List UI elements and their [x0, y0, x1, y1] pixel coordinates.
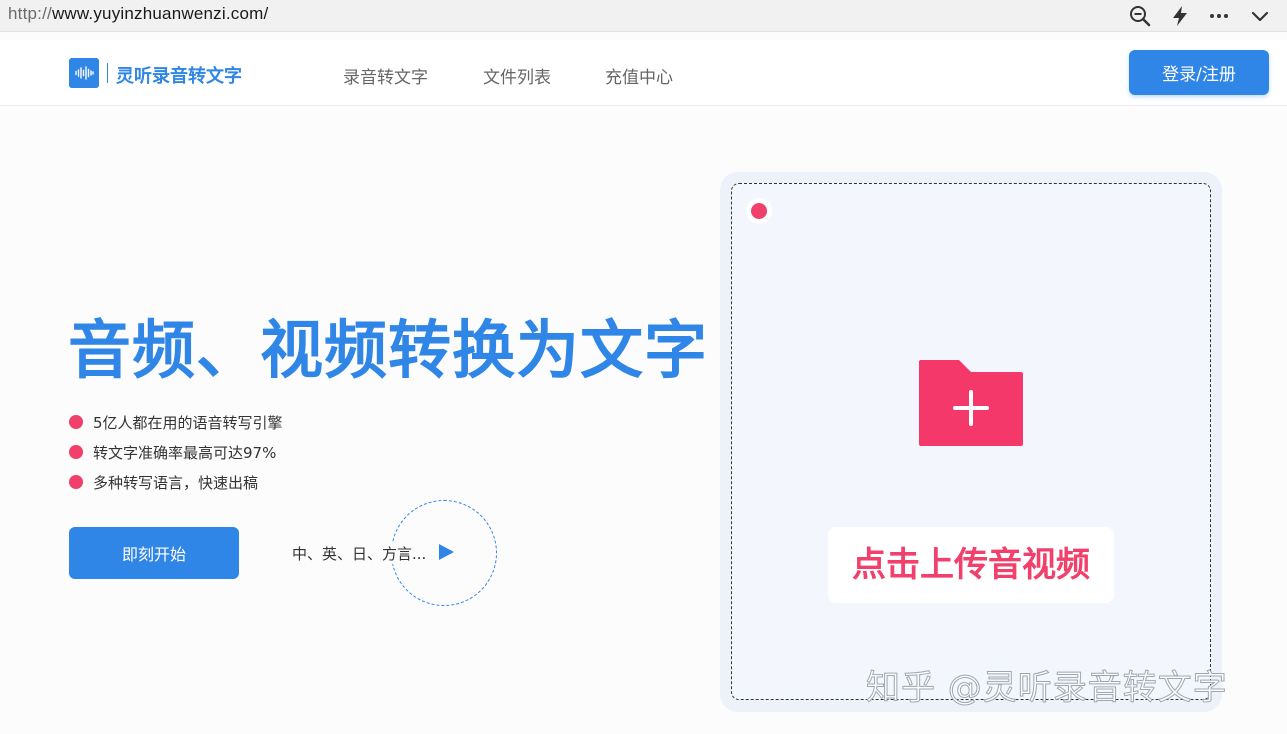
nav-item-recharge-center[interactable]: 充值中心: [605, 63, 673, 88]
feature-item: 转文字准确率最高可达97%: [69, 442, 276, 462]
url-protocol: http://: [8, 4, 52, 23]
upload-media-button[interactable]: 点击上传音视频: [828, 527, 1114, 603]
zoom-out-icon[interactable]: [1128, 4, 1152, 28]
logo-text[interactable]: 灵听录音转文字: [116, 62, 242, 88]
bullet-dot-icon: [69, 444, 83, 459]
folder-add-icon[interactable]: [917, 358, 1025, 448]
soundwave-logo-icon[interactable]: [69, 58, 99, 88]
chevron-down-icon[interactable]: [1248, 4, 1272, 28]
language-list[interactable]: 中、英、日、方言...: [292, 543, 429, 564]
bullet-dot-icon: [69, 414, 83, 429]
feature-item: 多种转写语言，快速出稿: [69, 472, 258, 492]
feature-text: 转文字准确率最高可达97%: [93, 444, 277, 462]
nav-item-audio-to-text[interactable]: 录音转文字: [343, 63, 428, 88]
lightning-icon[interactable]: [1168, 4, 1192, 28]
hero-headline: 音频、视频转换为文字: [68, 314, 708, 387]
play-icon[interactable]: [437, 543, 455, 561]
more-icon[interactable]: [1207, 4, 1231, 28]
record-dot-icon: [751, 203, 767, 219]
site-header: 灵听录音转文字 录音转文字 文件列表 充值中心 登录/注册: [0, 40, 1287, 106]
browser-address-bar: http://www.yuyinzhuanwenzi.com/: [0, 0, 1287, 32]
nav-item-file-list[interactable]: 文件列表: [483, 63, 551, 88]
bullet-dot-icon: [69, 474, 83, 489]
watermark: 知乎 @灵听录音转文字: [866, 668, 1228, 709]
feature-item: 5亿人都在用的语音转写引擎: [69, 412, 283, 432]
start-now-button[interactable]: 即刻开始: [69, 527, 239, 579]
url-field[interactable]: http://www.yuyinzhuanwenzi.com/: [8, 4, 268, 24]
feature-text: 多种转写语言，快速出稿: [93, 474, 259, 492]
logo-divider: [107, 63, 108, 83]
url-domain: www.yuyinzhuanwenzi.com/: [51, 4, 269, 23]
feature-text: 5亿人都在用的语音转写引擎: [93, 414, 283, 432]
login-register-button[interactable]: 登录/注册: [1129, 50, 1269, 95]
